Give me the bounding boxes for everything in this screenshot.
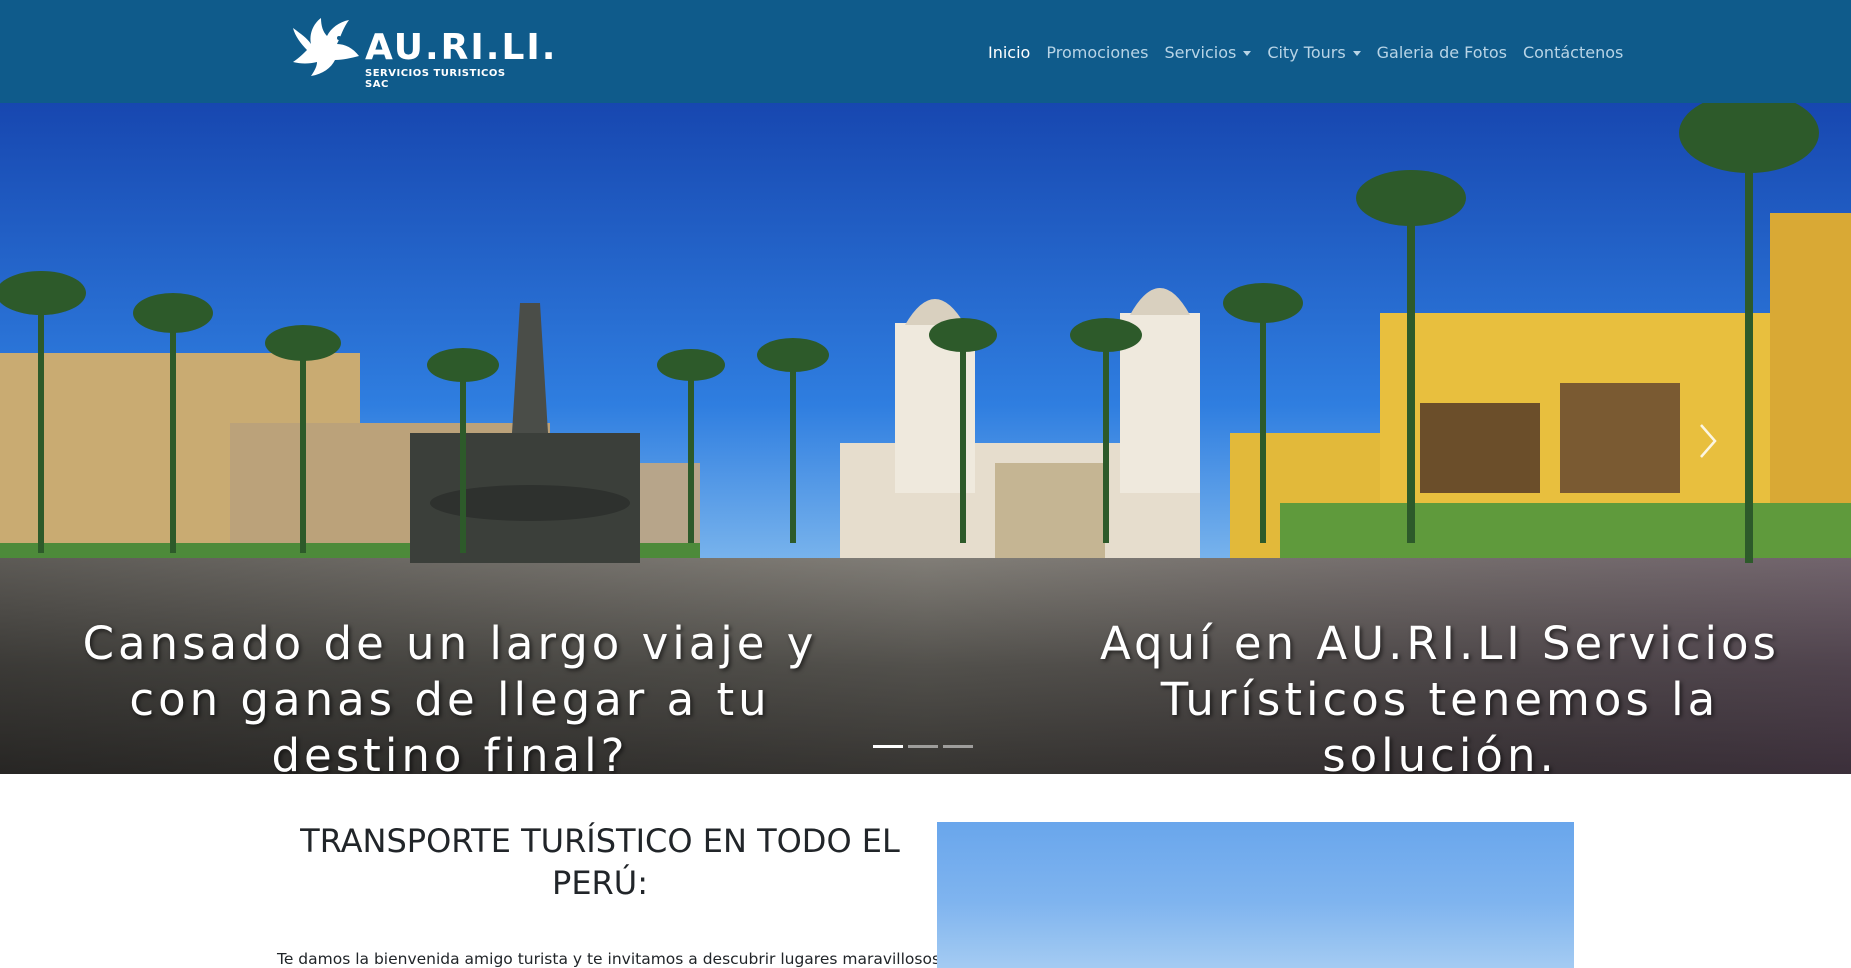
main-nav: Inicio Promociones Servicios City Tours … <box>988 40 1639 64</box>
nav-item-label: Contáctenos <box>1522 42 1624 62</box>
hero-carousel: Cansado de un largo viaje y con ganas de… <box>0 103 1851 774</box>
carousel-indicator[interactable] <box>908 745 938 748</box>
eagle-logo-icon <box>293 18 359 76</box>
caret-down-icon <box>1352 50 1361 56</box>
sky-photo <box>937 822 1574 968</box>
carousel-indicator[interactable] <box>943 745 973 748</box>
hero-caption-left: Cansado de un largo viaje y con ganas de… <box>82 617 818 774</box>
nav-item-label: Promociones <box>1046 42 1149 62</box>
carousel-indicator[interactable] <box>873 745 903 748</box>
nav-item-galeria[interactable]: Galeria de Fotos <box>1377 43 1507 62</box>
nav-item-servicios[interactable]: Servicios <box>1164 42 1252 62</box>
nav-item-inicio[interactable]: Inicio <box>988 43 1030 62</box>
brand-tagline: SERVICIOS TURISTICOS SAC <box>365 68 506 90</box>
brand-name: AU.RI.LI. <box>365 27 558 68</box>
hero-caption-right: Aquí en AU.RI.LI Servicios Turísticos te… <box>1099 617 1780 774</box>
nav-item-label: Galeria de Fotos <box>1376 42 1507 62</box>
nav-item-city-tours[interactable]: City Tours <box>1267 42 1361 62</box>
nav-item-label: Inicio <box>988 42 1031 62</box>
chevron-right-icon[interactable] <box>1697 421 1721 461</box>
carousel-indicators <box>873 745 978 748</box>
nav-item-promociones[interactable]: Promociones <box>1046 43 1148 62</box>
caret-down-icon <box>1243 50 1252 56</box>
nav-item-label: Servicios <box>1164 42 1237 62</box>
nav-item-label: City Tours <box>1267 42 1346 62</box>
brand-logo[interactable]: AU.RI.LI. SERVICIOS TURISTICOS SAC <box>287 14 555 90</box>
section-title: TRANSPORTE TURÍSTICO EN TODO EL PERÚ: <box>300 822 900 902</box>
nav-item-contactenos[interactable]: Contáctenos <box>1523 43 1623 62</box>
top-navbar: AU.RI.LI. SERVICIOS TURISTICOS SAC Inici… <box>0 0 1851 103</box>
intro-paragraph: Te damos la bienvenida amigo turista y t… <box>277 950 945 968</box>
